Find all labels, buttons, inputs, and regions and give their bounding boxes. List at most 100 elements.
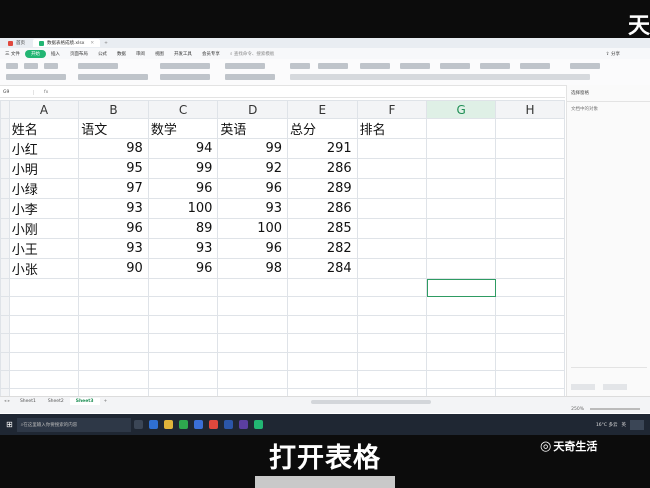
row-header[interactable] bbox=[0, 138, 10, 159]
cell-d6[interactable]: 100 bbox=[217, 218, 289, 239]
menu-data[interactable]: 数据 bbox=[112, 51, 131, 57]
formula-input[interactable] bbox=[48, 88, 565, 97]
cell-a13[interactable] bbox=[8, 351, 80, 371]
cell-f13[interactable] bbox=[356, 351, 428, 371]
sum-icon[interactable] bbox=[360, 63, 390, 69]
cell-e4[interactable]: 289 bbox=[287, 178, 358, 199]
sort-icon[interactable] bbox=[440, 63, 470, 69]
row-header[interactable] bbox=[0, 158, 10, 179]
cell-f11[interactable] bbox=[356, 314, 428, 335]
cell-b13[interactable] bbox=[78, 351, 149, 371]
align-icons[interactable] bbox=[160, 63, 210, 69]
cell-e11[interactable] bbox=[287, 314, 358, 335]
cell-f8[interactable] bbox=[356, 258, 428, 279]
column-header-a[interactable]: A bbox=[8, 100, 80, 119]
cell-f14[interactable] bbox=[356, 369, 428, 390]
horizontal-scrollbar[interactable] bbox=[311, 399, 432, 404]
cell-b2[interactable]: 98 bbox=[78, 138, 149, 159]
add-sheet-button[interactable]: + bbox=[100, 399, 112, 404]
task-view-icon[interactable] bbox=[133, 420, 143, 429]
cell-h7[interactable] bbox=[495, 238, 565, 259]
cell-f9[interactable] bbox=[356, 277, 428, 298]
cell-f6[interactable] bbox=[356, 218, 428, 239]
cell-c3[interactable]: 99 bbox=[147, 158, 219, 179]
sheet-nav-icons[interactable]: ◂ ▸ bbox=[0, 399, 14, 404]
cell-d8[interactable]: 98 bbox=[217, 258, 289, 279]
cell-c10[interactable] bbox=[147, 296, 219, 316]
windows-start-icon[interactable]: ⊞ bbox=[6, 420, 13, 429]
ps-icon[interactable] bbox=[223, 420, 233, 429]
fx-icon[interactable]: fx bbox=[34, 90, 48, 95]
cell-e7[interactable]: 282 bbox=[287, 238, 358, 259]
cell-f5[interactable] bbox=[356, 198, 428, 219]
cell-g4[interactable] bbox=[426, 178, 497, 199]
share-button[interactable]: ⇪ 分享 bbox=[606, 51, 620, 57]
sheet-tab-1[interactable]: Sheet1 bbox=[14, 398, 42, 405]
cell-g13[interactable] bbox=[426, 351, 497, 371]
menu-formula[interactable]: 公式 bbox=[93, 51, 112, 57]
cell-c9[interactable] bbox=[147, 277, 219, 298]
cell-f15[interactable] bbox=[356, 388, 428, 396]
menu-insert[interactable]: 插入 bbox=[46, 51, 65, 57]
cell-c5[interactable]: 100 bbox=[147, 198, 219, 219]
wechat-icon[interactable] bbox=[178, 420, 188, 429]
cell-b3[interactable]: 95 bbox=[78, 158, 149, 179]
conditional-format-icon[interactable] bbox=[290, 63, 310, 69]
cell-d12[interactable] bbox=[217, 333, 289, 353]
cell-g9[interactable] bbox=[426, 277, 497, 298]
cell-a8[interactable]: 小张 bbox=[8, 258, 80, 279]
cell-b9[interactable] bbox=[78, 277, 149, 298]
row-header[interactable] bbox=[0, 314, 10, 335]
close-icon[interactable]: ✕ bbox=[90, 41, 94, 46]
cell-d9[interactable] bbox=[217, 277, 289, 298]
cell-c2[interactable]: 94 bbox=[147, 138, 219, 159]
cell-f4[interactable] bbox=[356, 178, 428, 199]
cell-c15[interactable] bbox=[147, 388, 219, 396]
menu-member[interactable]: 会员专享 bbox=[197, 51, 225, 57]
cell-b14[interactable] bbox=[78, 369, 149, 390]
menu-home[interactable]: 开始 bbox=[24, 49, 46, 58]
cell-c7[interactable]: 93 bbox=[147, 238, 219, 259]
menu-review[interactable]: 审阅 bbox=[131, 51, 150, 57]
cell-d11[interactable] bbox=[217, 314, 289, 335]
merge-center-icon[interactable] bbox=[160, 74, 210, 80]
cell-h3[interactable] bbox=[495, 158, 565, 179]
cell-b10[interactable] bbox=[78, 296, 149, 316]
cell-e12[interactable] bbox=[287, 333, 358, 353]
cell-b12[interactable] bbox=[78, 333, 149, 353]
cell-a4[interactable]: 小绿 bbox=[8, 178, 80, 199]
cell-d2[interactable]: 99 bbox=[217, 138, 289, 159]
column-header-e[interactable]: E bbox=[287, 100, 358, 119]
cell-g15[interactable] bbox=[426, 388, 497, 396]
weather[interactable]: 16°C 多云 bbox=[596, 422, 618, 428]
cell-h13[interactable] bbox=[495, 351, 565, 371]
cell-e6[interactable]: 285 bbox=[287, 218, 358, 239]
cell-f7[interactable] bbox=[356, 238, 428, 259]
cell-d3[interactable]: 92 bbox=[217, 158, 289, 179]
cell-g1[interactable] bbox=[426, 118, 497, 139]
select-all-corner[interactable] bbox=[0, 100, 10, 119]
hide-all-button[interactable] bbox=[603, 384, 627, 390]
search-commands[interactable]: ⌕ 查找命令、搜索模板 bbox=[225, 51, 279, 57]
cell-g6[interactable] bbox=[426, 218, 497, 239]
cell-d14[interactable] bbox=[217, 369, 289, 390]
cell-b15[interactable] bbox=[78, 388, 149, 396]
cell-d4[interactable]: 96 bbox=[217, 178, 289, 199]
cell-e14[interactable] bbox=[287, 369, 358, 390]
cell-h12[interactable] bbox=[495, 333, 565, 353]
cell-c4[interactable]: 96 bbox=[147, 178, 219, 199]
font-style-icons[interactable] bbox=[78, 74, 148, 80]
cell-e8[interactable]: 284 bbox=[287, 258, 358, 279]
cell-a15[interactable] bbox=[8, 388, 80, 396]
cell-g3[interactable] bbox=[426, 158, 497, 179]
cell-e3[interactable]: 286 bbox=[287, 158, 358, 179]
cell-a6[interactable]: 小刚 bbox=[8, 218, 80, 239]
tab-document[interactable]: 数据表格成绩.xlsx ✕ bbox=[33, 39, 101, 47]
cell-g5[interactable] bbox=[426, 198, 497, 219]
cell-a9[interactable] bbox=[8, 277, 80, 298]
cell-a1[interactable]: 姓名 bbox=[8, 118, 80, 139]
wps-icon[interactable] bbox=[208, 420, 218, 429]
cell-c6[interactable]: 89 bbox=[147, 218, 219, 239]
rows-columns-icon[interactable] bbox=[520, 63, 550, 69]
cut-icon[interactable] bbox=[24, 63, 38, 69]
